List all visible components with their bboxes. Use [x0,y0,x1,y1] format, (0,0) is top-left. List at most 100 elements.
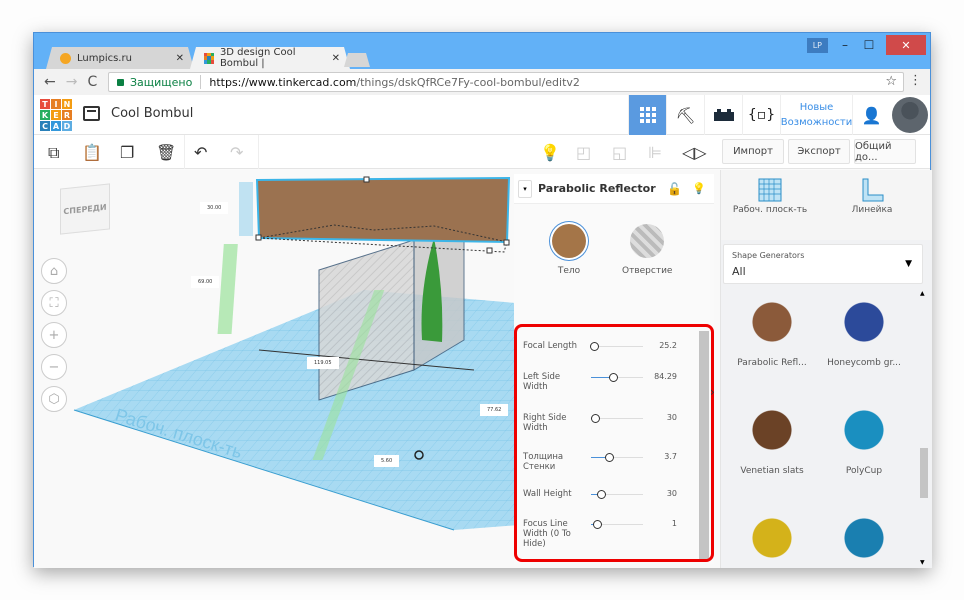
new-tab-button[interactable] [344,53,370,67]
slider-handle[interactable] [608,373,618,382]
tab-tinkercad[interactable]: 3D design Cool Bombul | ✕ [190,47,350,69]
params-scrollbar[interactable] [699,331,709,559]
param-value[interactable]: 30 [667,489,677,499]
scroll-down-icon[interactable]: ▼ [920,559,925,566]
minimize-button[interactable]: – [838,38,852,52]
shape-library: Рабоч. плоск-ть Линейка Shape Generators… [720,170,932,568]
paste-icon[interactable]: 📋 [82,143,102,162]
unlock-icon[interactable]: 🔓 [667,182,682,196]
param-slider[interactable] [591,414,643,423]
home-view-button[interactable]: ⌂ [41,258,67,284]
undo-icon[interactable]: ↶ [194,143,207,162]
lightbulb-icon[interactable]: 💡 [692,182,706,195]
dim-height-label[interactable]: 30.00 [200,202,229,214]
export-button[interactable]: Экспорт [788,139,850,164]
ortho-view-button[interactable]: ⬡ [41,386,67,412]
slider-handle[interactable] [597,490,607,499]
slider-handle[interactable] [593,520,603,529]
design-list-icon[interactable] [83,106,100,121]
avatar[interactable] [892,97,928,133]
zoom-in-button[interactable]: + [41,322,67,348]
library-shape[interactable]: Honeycomb gr... [819,292,909,368]
url-input[interactable]: Защищено https://www.tinkercad.com /thin… [108,72,904,92]
hole-material-button[interactable]: Отверстие [622,224,672,276]
param-slider[interactable] [591,453,643,462]
view-cube[interactable]: СПЕРЕДИ [60,183,110,235]
workplane-tool[interactable]: Рабоч. плоск-ть [725,178,815,215]
close-tab-icon[interactable]: ✕ [332,53,340,64]
share-button[interactable]: Общий до... [854,139,916,164]
collapse-panel-chevron-icon[interactable]: › [710,385,715,399]
shape-thumbnail [742,508,802,568]
close-tab-icon[interactable]: ✕ [176,53,184,64]
dim-offset-label[interactable]: 5.60 [374,455,400,467]
add-user-button[interactable]: 👤 [852,95,890,135]
ungroup-icon[interactable]: ◱ [612,143,627,162]
library-shape[interactable] [819,508,909,568]
workplane-label: Рабоч. плоск-ть [732,205,808,215]
param-value[interactable]: 1 [672,519,677,529]
library-shape[interactable]: PolyCup [819,400,909,476]
import-button[interactable]: Импорт [722,139,784,164]
param-value[interactable]: 84.29 [654,372,677,382]
param-slider[interactable] [591,373,643,382]
tab-lumpics[interactable]: Lumpics.ru ✕ [46,47,194,69]
scroll-up-icon[interactable]: ▲ [920,290,925,297]
align-icon[interactable]: ⊫ [648,143,662,162]
redo-icon[interactable]: ↷ [230,143,243,162]
maximize-button[interactable]: ☐ [862,38,876,52]
library-shape[interactable]: Parabolic Refl... [727,292,817,368]
library-shape[interactable]: Venetian slats [727,400,817,476]
duplicate-icon[interactable]: ❐ [120,143,134,162]
param-value[interactable]: 30 [667,413,677,423]
param-slider[interactable] [591,490,643,499]
delete-trash-icon[interactable]: 🗑 [156,143,176,162]
slider-handle[interactable] [587,560,596,562]
logo-letter: R [62,110,72,120]
grid-icon [639,107,656,123]
param-slider[interactable] [591,520,643,529]
slider-handle[interactable] [605,453,615,462]
tinkercad-logo[interactable]: TIN KER CAD [40,99,72,131]
slider-handle[interactable] [589,342,599,351]
dim-depth-label[interactable]: 77.62 [480,404,509,416]
codeblocks-button[interactable]: {▫} [742,95,780,135]
url-host: https://www.tinkercad.com [209,75,357,89]
forward-icon[interactable]: → [66,74,78,90]
menu-kebab-icon[interactable]: ⋮ [909,73,922,88]
dim-elevation-label[interactable]: 69.00 [191,276,220,288]
collapse-inspector-button[interactable]: ▾ [518,179,532,198]
project-title[interactable]: Cool Bombul [111,106,193,121]
solid-label: Тело [557,266,581,276]
library-scrollbar[interactable]: ▲ ▼ [920,290,930,566]
blocks-pickaxe-button[interactable]: ⛏ [666,95,704,135]
category-dropdown[interactable]: Shape Generators All ▼ [723,244,923,284]
solid-material-button[interactable]: Тело [552,224,586,276]
lightbulb-icon[interactable]: 💡 [540,143,560,162]
new-features-link[interactable]: Новые Возможности [780,95,852,135]
library-shape[interactable] [727,508,817,568]
3d-view-grid-button[interactable] [628,95,666,135]
profile-badge[interactable]: LP [806,37,828,53]
dim-width-label[interactable]: 119.05 [307,357,339,369]
logo-letter: A [51,121,61,131]
bricks-button[interactable] [704,95,742,135]
param-slider[interactable] [589,342,643,351]
close-window-button[interactable]: ✕ [886,35,926,55]
param-value[interactable]: 1 [672,559,677,562]
hole-swatch [630,224,665,258]
back-icon[interactable]: ← [44,74,56,90]
mirror-icon[interactable]: ◁▷ [682,143,707,162]
logo-letter: C [40,121,50,131]
group-icon[interactable]: ◰ [576,143,591,162]
fit-view-button[interactable]: ⛶ [41,290,67,316]
scroll-thumb[interactable] [920,448,928,498]
bookmark-star-icon[interactable]: ☆ [885,74,897,89]
ruler-tool[interactable]: Линейка [827,178,917,215]
reload-icon[interactable]: C [87,74,97,90]
zoom-out-button[interactable]: − [41,354,67,380]
copy-icon[interactable]: ⧉ [48,143,59,163]
slider-handle[interactable] [591,414,601,423]
param-value[interactable]: 3.7 [664,452,677,462]
param-value[interactable]: 25.2 [659,341,677,351]
